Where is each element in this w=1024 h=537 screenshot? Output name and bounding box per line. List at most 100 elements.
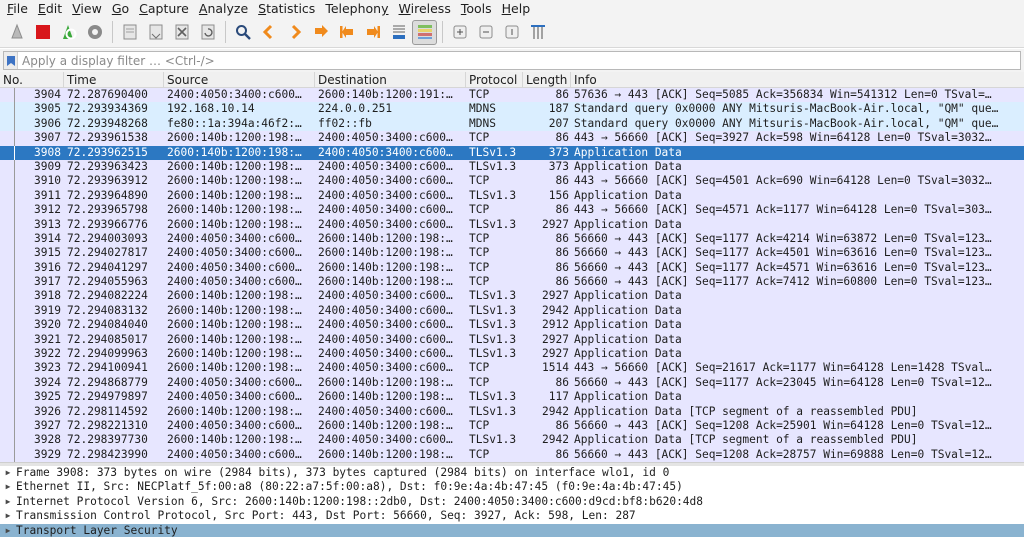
colorize-icon[interactable] xyxy=(412,19,437,45)
packet-cell-info: 56660 → 443 [ACK] Seq=1177 Ack=4571 Win=… xyxy=(574,260,992,274)
bookmark-icon[interactable] xyxy=(4,52,18,69)
column-header-no[interactable]: No. xyxy=(0,72,64,87)
packet-row[interactable]: 3918 72.294082224 2600:140b:1200:198:… 2400… xyxy=(0,289,1024,304)
packet-row[interactable]: 3920 72.294084040 2600:140b:1200:198:… 2400… xyxy=(0,318,1024,333)
packet-row[interactable]: 3904 72.287690400 2400:4050:3400:c600… 2600… xyxy=(0,88,1024,103)
packet-cell-no: 3924 xyxy=(0,375,64,391)
packet-cell-proto: TCP xyxy=(469,375,490,389)
menu-analyze[interactable]: Analyze xyxy=(194,0,253,17)
column-header-length[interactable]: Length xyxy=(523,72,571,87)
start-capture-icon[interactable] xyxy=(4,20,29,45)
packet-cell-len: 86 xyxy=(555,88,569,101)
packet-cell-proto: TCP xyxy=(469,131,490,145)
conversation-rail xyxy=(14,188,15,204)
packet-row[interactable]: 3929 72.298423990 2400:4050:3400:c600… 2600… xyxy=(0,447,1024,462)
column-header-time[interactable]: Time xyxy=(64,72,164,87)
normal-size-icon[interactable] xyxy=(499,20,524,45)
menu-statistics[interactable]: Statistics xyxy=(253,0,320,17)
packet-cell-len: 2927 xyxy=(542,289,569,303)
restart-capture-icon[interactable] xyxy=(56,20,81,45)
last-packet-icon[interactable] xyxy=(360,20,385,45)
auto-scroll-icon[interactable] xyxy=(386,20,411,45)
packet-row[interactable]: 3923 72.294100941 2600:140b:1200:198:… 2400… xyxy=(0,361,1024,376)
packet-row[interactable]: 3910 72.293963912 2600:140b:1200:198:… 2400… xyxy=(0,174,1024,189)
expand-arrow-icon[interactable]: ▶ xyxy=(0,480,16,494)
packet-cell-info: Application Data xyxy=(574,332,682,346)
menu-help[interactable]: Help xyxy=(497,0,536,17)
packet-row[interactable]: 3925 72.294979897 2400:4050:3400:c600… 2600… xyxy=(0,390,1024,405)
packet-row[interactable]: 3911 72.293964890 2600:140b:1200:198:… 2400… xyxy=(0,188,1024,204)
packet-row[interactable]: 3921 72.294085017 2600:140b:1200:198:… 2400… xyxy=(0,332,1024,348)
stop-capture-icon[interactable] xyxy=(30,20,55,45)
reload-file-icon[interactable] xyxy=(195,20,220,45)
packet-row[interactable]: 3912 72.293965798 2600:140b:1200:198:… 2400… xyxy=(0,203,1024,218)
menu-file[interactable]: File xyxy=(2,0,33,17)
detail-row[interactable]: ▶ Transmission Control Protocol, Src Port… xyxy=(0,509,1024,523)
column-header-destination[interactable]: Destination xyxy=(315,72,466,87)
close-file-icon[interactable] xyxy=(169,20,194,45)
column-header-source[interactable]: Source xyxy=(164,72,315,87)
packet-row[interactable]: 3905 72.293934369 192.168.10.14 224.0.0.251… xyxy=(0,102,1024,117)
menu-edit[interactable]: Edit xyxy=(33,0,67,17)
conversation-rail xyxy=(14,447,15,462)
packet-cell-time: 72.293964890 xyxy=(67,188,148,202)
go-back-icon[interactable] xyxy=(256,20,281,45)
packet-cell-time: 72.293966776 xyxy=(67,217,148,231)
packet-cell-time: 72.293934369 xyxy=(67,102,148,116)
packet-cell-src: 2400:4050:3400:c600… xyxy=(167,88,302,101)
open-file-icon[interactable] xyxy=(117,20,142,45)
zoom-out-icon[interactable] xyxy=(473,20,498,45)
packet-row[interactable]: 3914 72.294003093 2400:4050:3400:c600… 2600… xyxy=(0,231,1024,247)
packet-cell-time: 72.294003093 xyxy=(67,231,148,245)
packet-row[interactable]: 3906 72.293948268 fe80::1a:394a:46f2:… ff02… xyxy=(0,116,1024,132)
packet-row[interactable]: 3909 72.293963423 2600:140b:1200:198:… 2400… xyxy=(0,159,1024,175)
expand-arrow-icon[interactable]: ▶ xyxy=(0,509,16,523)
menu-go[interactable]: Go xyxy=(107,0,134,17)
expand-arrow-icon[interactable]: ▶ xyxy=(0,495,16,509)
packet-row[interactable]: 3924 72.294868779 2400:4050:3400:c600… 2600… xyxy=(0,375,1024,391)
packet-cell-src: 2600:140b:1200:198:… xyxy=(167,188,302,202)
packet-cell-src: 2600:140b:1200:198:… xyxy=(167,289,302,303)
packet-row[interactable]: 3917 72.294055963 2400:4050:3400:c600… 2600… xyxy=(0,275,1024,290)
packet-row[interactable]: 3928 72.298397730 2600:140b:1200:198:… 2400… xyxy=(0,433,1024,448)
save-file-icon[interactable] xyxy=(143,20,168,45)
menu-tools[interactable]: Tools xyxy=(456,0,497,17)
packet-number: 3905 xyxy=(34,102,61,116)
packet-cell-len: 373 xyxy=(548,145,569,159)
expand-arrow-icon[interactable]: ▶ xyxy=(0,524,16,537)
capture-options-icon[interactable] xyxy=(82,20,107,45)
go-to-packet-icon[interactable] xyxy=(308,20,333,45)
expand-arrow-icon[interactable]: ▶ xyxy=(0,466,16,480)
packet-row[interactable]: 3913 72.293966776 2600:140b:1200:198:… 2400… xyxy=(0,217,1024,232)
packet-row[interactable]: 3907 72.293961538 2600:140b:1200:198:… 2400… xyxy=(0,131,1024,146)
resize-columns-icon[interactable] xyxy=(525,20,550,45)
find-packet-icon[interactable] xyxy=(230,20,255,45)
column-header-info[interactable]: Info xyxy=(571,72,1024,87)
packet-row[interactable]: 3915 72.294027817 2400:4050:3400:c600… 2600… xyxy=(0,246,1024,261)
detail-row[interactable]: ▶ Frame 3908: 373 bytes on wire (2984 bit… xyxy=(0,466,1024,480)
packet-cell-proto: TCP xyxy=(469,447,490,461)
menu-wireless[interactable]: Wireless xyxy=(394,0,456,17)
zoom-in-icon[interactable] xyxy=(447,20,472,45)
packet-row[interactable]: 3927 72.298221310 2400:4050:3400:c600… 2600… xyxy=(0,418,1024,434)
packet-cell-no: 3909 xyxy=(0,159,64,175)
detail-row[interactable]: ▶ Ethernet II, Src: NECPlatf_5f:00:a8 (80… xyxy=(0,480,1024,494)
packet-cell-len: 207 xyxy=(548,116,569,130)
packet-cell-time: 72.294083132 xyxy=(67,303,148,317)
packet-row-selected[interactable]: 3908 72.293962515 2600:140b:1200:198:… 2400… xyxy=(0,145,1024,160)
display-filter-input[interactable] xyxy=(18,52,1020,69)
packet-cell-len: 1514 xyxy=(542,361,569,375)
packet-row[interactable]: 3922 72.294099963 2600:140b:1200:198:… 2400… xyxy=(0,347,1024,362)
menu-view[interactable]: View xyxy=(67,0,107,17)
packet-row[interactable]: 3919 72.294083132 2600:140b:1200:198:… 2400… xyxy=(0,303,1024,319)
detail-row-selected[interactable]: ▶ Transport Layer Security xyxy=(0,523,1024,537)
first-packet-icon[interactable] xyxy=(334,20,359,45)
detail-row[interactable]: ▶ Internet Protocol Version 6, Src: 2600:… xyxy=(0,495,1024,509)
menu-telephony[interactable]: Telephony xyxy=(320,0,393,17)
column-header-protocol[interactable]: Protocol xyxy=(466,72,523,87)
packet-row[interactable]: 3926 72.298114592 2600:140b:1200:198:… 2400… xyxy=(0,404,1024,419)
menu-capture[interactable]: Capture xyxy=(134,0,194,17)
packet-row[interactable]: 3916 72.294041297 2400:4050:3400:c600… 2600… xyxy=(0,260,1024,276)
go-forward-icon[interactable] xyxy=(282,20,307,45)
packet-cell-len: 86 xyxy=(555,375,569,389)
